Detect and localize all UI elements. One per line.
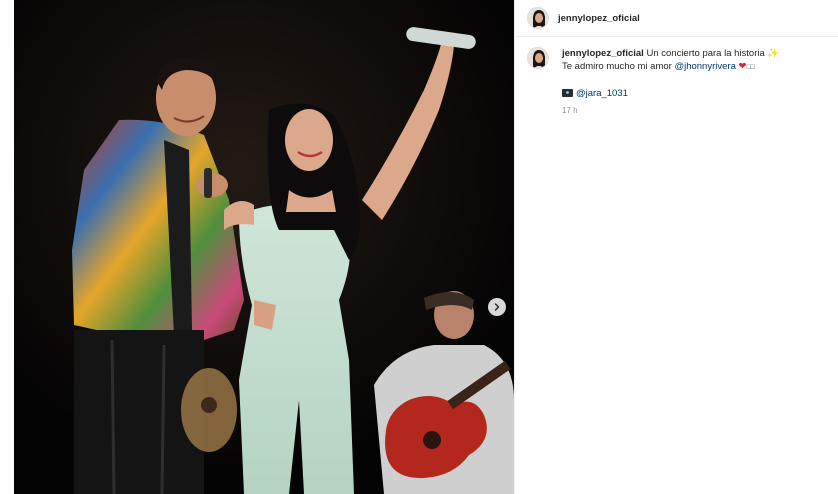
photo-credit: @jara_1031 [562, 87, 822, 100]
post-header: jennylopez_oficial [515, 0, 838, 37]
post-sidebar: jennylopez_oficial jennylopez_oficial Un… [514, 0, 838, 494]
post-photo[interactable] [14, 0, 514, 494]
left-margin [0, 0, 14, 494]
caption-unrendered-glyphs: □□ [746, 64, 755, 71]
mention-link[interactable]: @jhonnyrivera [674, 61, 735, 72]
photo-credit-mention[interactable]: @jara_1031 [576, 88, 628, 99]
concert-photo-illustration [14, 0, 514, 494]
avatar[interactable] [527, 7, 549, 29]
profile-picture [528, 48, 548, 68]
chevron-right-icon [494, 303, 500, 311]
caption-section: jennylopez_oficial Un concierto para la … [515, 37, 838, 117]
post-timestamp[interactable]: 17 h [562, 104, 822, 117]
next-photo-button[interactable] [488, 298, 506, 316]
caption-text-block: jennylopez_oficial Un concierto para la … [562, 47, 822, 117]
caption-line-1: jennylopez_oficial Un concierto para la … [562, 47, 822, 60]
header-username[interactable]: jennylopez_oficial [558, 13, 640, 24]
caption-avatar[interactable] [527, 47, 549, 69]
camera-icon [562, 89, 573, 97]
profile-picture [528, 8, 548, 28]
caption-line-2-text: Te admiro mucho mi amor [562, 61, 675, 72]
caption-line-2: Te admiro mucho mi amor @jhonnyrivera ❤□… [562, 60, 822, 74]
caption-text: Un concierto para la historia [646, 48, 765, 59]
sparkle-icon: ✨ [767, 48, 780, 59]
caption-username[interactable]: jennylopez_oficial [562, 48, 644, 59]
